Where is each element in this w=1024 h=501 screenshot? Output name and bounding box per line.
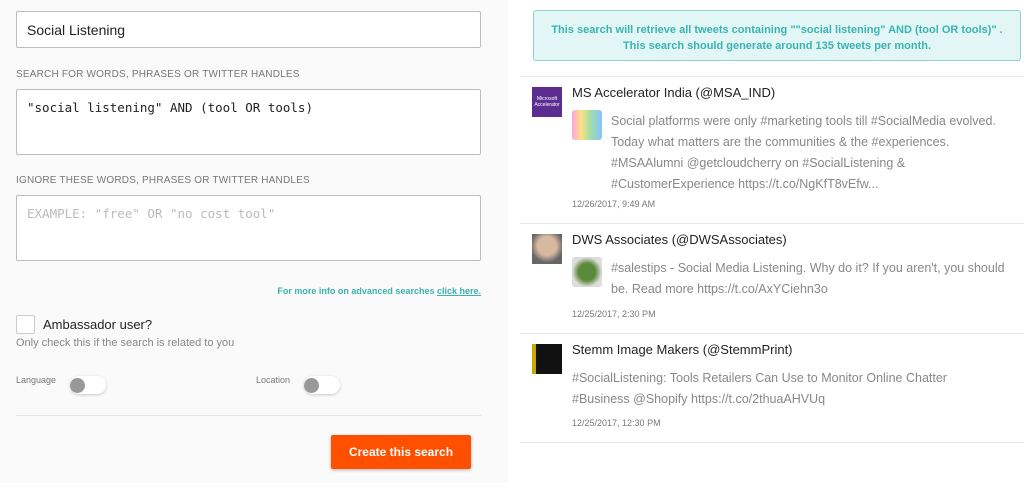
click-here-link[interactable]: click here. [437,286,481,296]
ambassador-checkbox[interactable] [16,315,35,334]
tweet-time: 12/26/2017, 9:49 AM [572,199,656,209]
avatar-logo-text: Microsoft Accelerator [534,96,560,108]
search-title-input[interactable]: Social Listening [16,11,481,48]
tweet-text: #salestips - Social Media Listening. Why… [611,261,1005,296]
tweet-item: Microsoft Accelerator MS Accelerator Ind… [520,76,1024,223]
tweet-text: #SocialListening: Tools Retailers Can Us… [572,371,947,406]
ambassador-hint: Only check this if the search is related… [16,337,235,349]
search-words-label: SEARCH FOR WORDS, PHRASES OR TWITTER HAN… [16,69,300,80]
toggle-knob [70,378,85,393]
create-search-button[interactable]: Create this search [331,435,471,469]
tweet-author[interactable]: DWS Associates (@DWSAssociates) [572,232,787,247]
location-label: Location [256,375,291,385]
toggle-knob [304,378,319,393]
ignore-words-input[interactable]: EXAMPLE: "free" OR "no cost tool" [16,195,481,261]
tweet-image[interactable] [572,110,602,140]
divider [16,415,481,416]
tweet-item: DWS Associates (@DWSAssociates) #salesti… [520,223,1024,333]
tweet-item: Stemm Image Makers (@StemmPrint) #Social… [520,333,1024,443]
avatar [532,344,562,374]
language-label: Language [16,375,57,385]
tweet-author[interactable]: Stemm Image Makers (@StemmPrint) [572,342,793,357]
avatar [532,234,562,264]
banner-line-2: This search should generate around 135 t… [622,40,932,52]
tweet-time: 12/25/2017, 12:30 PM [572,418,661,428]
search-summary-banner: This search will retrieve all tweets con… [533,10,1021,61]
avatar: Microsoft Accelerator [532,87,562,117]
banner-line-1: This search will retrieve all tweets con… [551,24,1003,36]
location-toggle[interactable] [304,376,340,394]
ambassador-label: Ambassador user? [43,317,153,332]
tweet-author[interactable]: MS Accelerator India (@MSA_IND) [572,85,775,100]
advanced-info-text: For more info on advanced searches [277,286,437,296]
tweet-time: 12/25/2017, 2:30 PM [572,309,656,319]
search-form-panel: Social Listening SEARCH FOR WORDS, PHRAS… [0,0,508,483]
language-toggle[interactable] [70,376,106,394]
tweet-image[interactable] [572,257,602,287]
search-words-input[interactable]: "social listening" AND (tool OR tools) [16,89,481,155]
preview-panel: This search will retrieve all tweets con… [520,0,1024,501]
tweet-text: Social platforms were only #marketing to… [611,114,996,191]
advanced-info: For more info on advanced searches click… [277,286,481,296]
ignore-words-label: IGNORE THESE WORDS, PHRASES OR TWITTER H… [16,175,310,186]
